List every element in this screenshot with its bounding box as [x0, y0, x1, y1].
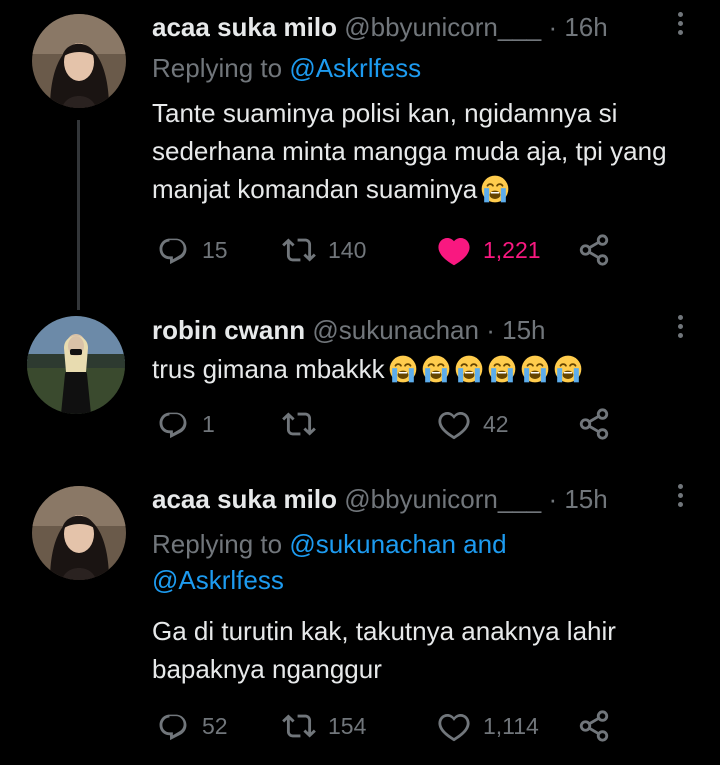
retweet-button[interactable]	[282, 406, 328, 442]
tweet-text: Tante suaminya polisi kan, ngidamnya si …	[152, 94, 692, 208]
display-name[interactable]: robin cwann	[152, 315, 305, 345]
avatar[interactable]	[27, 316, 125, 414]
avatar[interactable]	[32, 14, 126, 108]
separator: ·	[486, 315, 495, 345]
share-button[interactable]	[577, 708, 623, 744]
tweet-header: robin cwann @sukunachan · 15h	[152, 313, 720, 347]
separator: ·	[548, 484, 558, 514]
reply-icon	[156, 709, 190, 743]
loudly-crying-face-emoji	[421, 354, 451, 384]
tweet-body: trus gimana mbakkk	[152, 354, 385, 384]
reply-tweet[interactable]: robin cwann @sukunachan · 15h trus giman…	[0, 300, 720, 472]
reply-icon	[156, 233, 190, 267]
tweet-header: acaa suka milo @bbyunicorn___ · 15h	[152, 482, 720, 516]
reply-count: 15	[202, 236, 228, 263]
replying-to: Replying to @sukunachan and @Askrlfess	[152, 526, 592, 598]
reply-count: 1	[202, 410, 215, 437]
loudly-crying-face-emoji	[520, 354, 550, 384]
handle[interactable]: @sukunachan	[312, 315, 479, 345]
more-icon[interactable]	[678, 484, 684, 510]
more-icon[interactable]	[678, 12, 684, 38]
timestamp[interactable]: 16h	[564, 12, 607, 42]
like-button[interactable]: 1,221	[437, 232, 541, 268]
handle[interactable]: @bbyunicorn___	[344, 484, 541, 514]
replying-prefix: Replying to	[152, 53, 283, 83]
display-name[interactable]: acaa suka milo	[152, 484, 337, 514]
display-name[interactable]: acaa suka milo	[152, 12, 337, 42]
loudly-crying-face-emoji	[487, 354, 517, 384]
tweet-text: trus gimana mbakkk	[152, 350, 692, 388]
retweet-count: 154	[328, 712, 367, 739]
tweet-text: Ga di turutin kak, takutnya anaknya lahi…	[152, 612, 692, 688]
heart-icon	[437, 407, 471, 441]
loudly-crying-face-emoji	[388, 354, 418, 384]
replying-prefix: Replying to	[152, 529, 283, 559]
tweet-header: acaa suka milo @bbyunicorn___ · 16h	[152, 10, 720, 44]
retweet-icon	[282, 709, 316, 743]
share-icon	[577, 407, 611, 441]
avatar[interactable]	[32, 486, 126, 580]
heart-icon	[437, 233, 471, 267]
mention-link[interactable]: @Askrlfess	[289, 53, 421, 83]
loudly-crying-face-emoji	[553, 354, 583, 384]
handle[interactable]: @bbyunicorn___	[344, 12, 541, 42]
like-count: 42	[483, 410, 509, 437]
share-icon	[577, 709, 611, 743]
retweet-count: 140	[328, 236, 367, 263]
reply-tweet[interactable]: acaa suka milo @bbyunicorn___ · 16h Repl…	[0, 0, 720, 310]
reply-button[interactable]: 52	[156, 708, 228, 744]
tweet-body: Tante suaminya polisi kan, ngidamnya si …	[152, 98, 667, 204]
reply-button[interactable]: 15	[156, 232, 228, 268]
action-bar: 52 154 1,114	[152, 708, 720, 744]
tweet-body: Ga di turutin kak, takutnya anaknya lahi…	[152, 616, 616, 684]
timestamp[interactable]: 15h	[564, 484, 607, 514]
reply-icon	[156, 407, 190, 441]
timestamp[interactable]: 15h	[502, 315, 545, 345]
retweet-icon	[282, 407, 316, 441]
loudly-crying-face-emoji	[480, 174, 510, 204]
retweet-button[interactable]: 140	[282, 232, 366, 268]
like-button[interactable]: 42	[437, 406, 509, 442]
reply-count: 52	[202, 712, 228, 739]
like-button[interactable]: 1,114	[437, 708, 539, 744]
separator: ·	[548, 12, 558, 42]
reply-button[interactable]: 1	[156, 406, 215, 442]
retweet-button[interactable]: 154	[282, 708, 366, 744]
action-bar: 15 140 1,221	[152, 232, 720, 268]
replying-to: Replying to @Askrlfess	[152, 50, 421, 86]
share-button[interactable]	[577, 232, 623, 268]
thread-connector	[77, 120, 80, 310]
more-icon[interactable]	[678, 315, 684, 341]
heart-icon	[437, 709, 471, 743]
action-bar: 1 42	[152, 406, 720, 442]
loudly-crying-face-emoji	[454, 354, 484, 384]
share-button[interactable]	[577, 406, 623, 442]
retweet-icon	[282, 233, 316, 267]
like-count: 1,221	[483, 236, 541, 263]
reply-tweet[interactable]: acaa suka milo @bbyunicorn___ · 15h Repl…	[0, 472, 720, 765]
like-count: 1,114	[483, 712, 539, 739]
share-icon	[577, 233, 611, 267]
